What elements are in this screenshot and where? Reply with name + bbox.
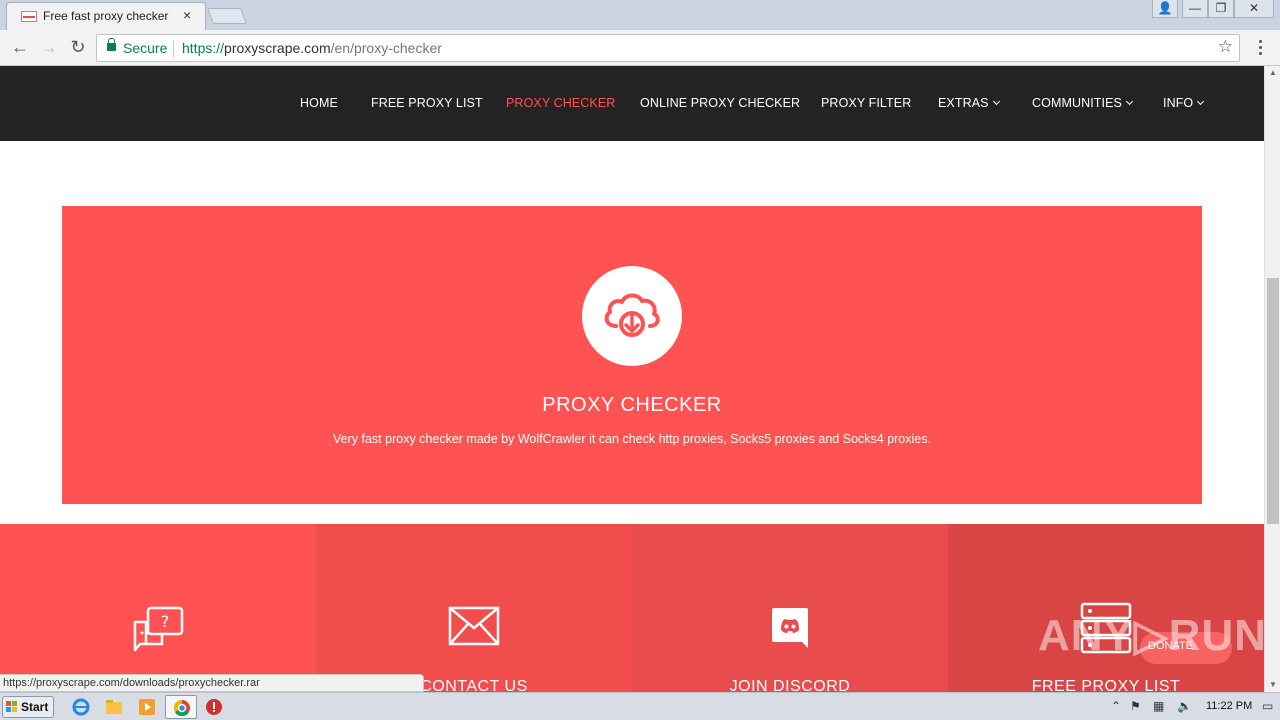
file-explorer-icon[interactable]: [104, 697, 124, 717]
nav-communities-label: COMMUNITIES: [1032, 96, 1122, 110]
antivirus-stop-icon[interactable]: [204, 697, 224, 717]
nav-info-label: INFO: [1163, 96, 1194, 110]
proxy-checker-download-card[interactable]: PROXY CHECKER Very fast proxy checker ma…: [62, 206, 1202, 504]
back-arrow-icon[interactable]: ←: [8, 36, 32, 60]
url-path: /en/proxy-checker: [330, 40, 442, 56]
scroll-down-arrow-icon[interactable]: ▼: [1265, 678, 1280, 692]
url-text[interactable]: https://proxyscrape.com/en/proxy-checker: [182, 40, 442, 56]
volume-icon[interactable]: 🔈: [1177, 699, 1192, 713]
omnibox-divider: [173, 40, 174, 57]
forward-arrow-icon[interactable]: →: [37, 36, 61, 60]
windows-logo-icon: [6, 701, 18, 713]
tab-strip: Free fast proxy checker × 👤 — ❐ ✕: [0, 0, 1280, 30]
tile-free-proxy-list[interactable]: FREE PROXY LIST: [948, 524, 1264, 692]
taskbar: Start ⌃ ⚑ ▦ 🔈 11:22 PM ▭: [0, 692, 1280, 720]
nav-online-proxy-checker[interactable]: ONLINE PROXY CHECKER: [640, 96, 800, 110]
tab-title: Free fast proxy checker: [43, 9, 169, 23]
profile-icon[interactable]: 👤: [1152, 0, 1178, 18]
reload-icon[interactable]: ↻: [66, 36, 90, 60]
url-scheme: https://: [182, 40, 225, 56]
tile-faq[interactable]: ?: [0, 524, 316, 692]
chat-question-icon: ?: [133, 606, 184, 652]
chrome-taskbar-button[interactable]: [165, 695, 197, 719]
url-host: proxyscrape.com: [224, 40, 331, 56]
start-label: Start: [21, 700, 49, 714]
tile-proxy-list-label: FREE PROXY LIST: [1031, 678, 1181, 692]
tray-expand-icon[interactable]: ⌃: [1111, 699, 1121, 713]
nav-communities[interactable]: COMMUNITIES: [1032, 96, 1134, 110]
nav-extras-label: EXTRAS: [938, 96, 989, 110]
browser-toolbar: ← → ↻ Secure https://proxyscrape.com/en/…: [0, 30, 1280, 66]
chevron-down-icon: [992, 97, 1000, 106]
tile-join-discord[interactable]: JOIN DISCORD: [632, 524, 948, 692]
scroll-thumb[interactable]: [1267, 278, 1279, 524]
taskbar-clock[interactable]: 11:22 PM: [1206, 700, 1252, 712]
close-window-button[interactable]: ✕: [1234, 0, 1274, 18]
envelope-icon: [448, 606, 500, 646]
restore-button[interactable]: ❐: [1208, 0, 1234, 18]
nav-extras[interactable]: EXTRAS: [938, 96, 1000, 110]
tab-close-icon[interactable]: ×: [183, 7, 191, 23]
page-scrollbar[interactable]: ▲ ▼: [1264, 66, 1280, 692]
footer-tiles: ? CONTACT US JOIN DISCORD FREE PROXY LIS…: [0, 524, 1264, 692]
internet-explorer-icon[interactable]: [71, 697, 91, 717]
favicon-icon: [21, 11, 37, 22]
nav-free-proxy-list[interactable]: FREE PROXY LIST: [371, 96, 483, 110]
tile-contact-us[interactable]: CONTACT US: [316, 524, 632, 692]
cloud-download-icon[interactable]: [582, 266, 682, 366]
bookmark-star-icon[interactable]: ☆: [1218, 37, 1233, 57]
svg-text:?: ?: [161, 612, 170, 631]
media-player-icon[interactable]: [137, 697, 157, 717]
network-icon[interactable]: ▦: [1153, 699, 1164, 713]
action-center-flag-icon[interactable]: ⚑: [1130, 699, 1141, 713]
chrome-icon: [173, 699, 190, 717]
chevron-down-icon: [1197, 97, 1205, 106]
show-desktop-icon[interactable]: ▭: [1262, 699, 1273, 713]
nav-proxy-checker[interactable]: PROXY CHECKER: [506, 96, 615, 110]
site-navigation: HOME FREE PROXY LIST PROXY CHECKER ONLIN…: [0, 66, 1264, 141]
browser-menu-icon[interactable]: [1250, 34, 1270, 62]
nav-home[interactable]: HOME: [300, 96, 338, 110]
anyrun-watermark: ANY▷RUN: [1038, 611, 1264, 660]
discord-icon: [772, 608, 808, 648]
address-bar[interactable]: Secure https://proxyscrape.com/en/proxy-…: [96, 34, 1240, 62]
scroll-up-arrow-icon[interactable]: ▲: [1265, 66, 1280, 80]
lock-icon: [107, 38, 116, 51]
secure-label: Secure: [123, 40, 168, 56]
hero-description: Very fast proxy checker made by WolfCraw…: [333, 432, 931, 446]
nav-proxy-filter[interactable]: PROXY FILTER: [821, 96, 911, 110]
page-viewport: HOME FREE PROXY LIST PROXY CHECKER ONLIN…: [0, 66, 1264, 692]
tile-discord-label: JOIN DISCORD: [729, 678, 851, 692]
browser-tab[interactable]: Free fast proxy checker ×: [6, 2, 206, 30]
new-tab-button[interactable]: [207, 8, 247, 24]
minimize-button[interactable]: —: [1182, 0, 1208, 18]
link-status-bubble: https://proxyscrape.com/downloads/proxyc…: [0, 674, 424, 692]
start-button[interactable]: Start: [2, 696, 54, 718]
nav-info[interactable]: INFO: [1163, 96, 1205, 110]
chevron-down-icon: [1125, 97, 1134, 106]
hero-title: PROXY CHECKER: [542, 394, 722, 416]
